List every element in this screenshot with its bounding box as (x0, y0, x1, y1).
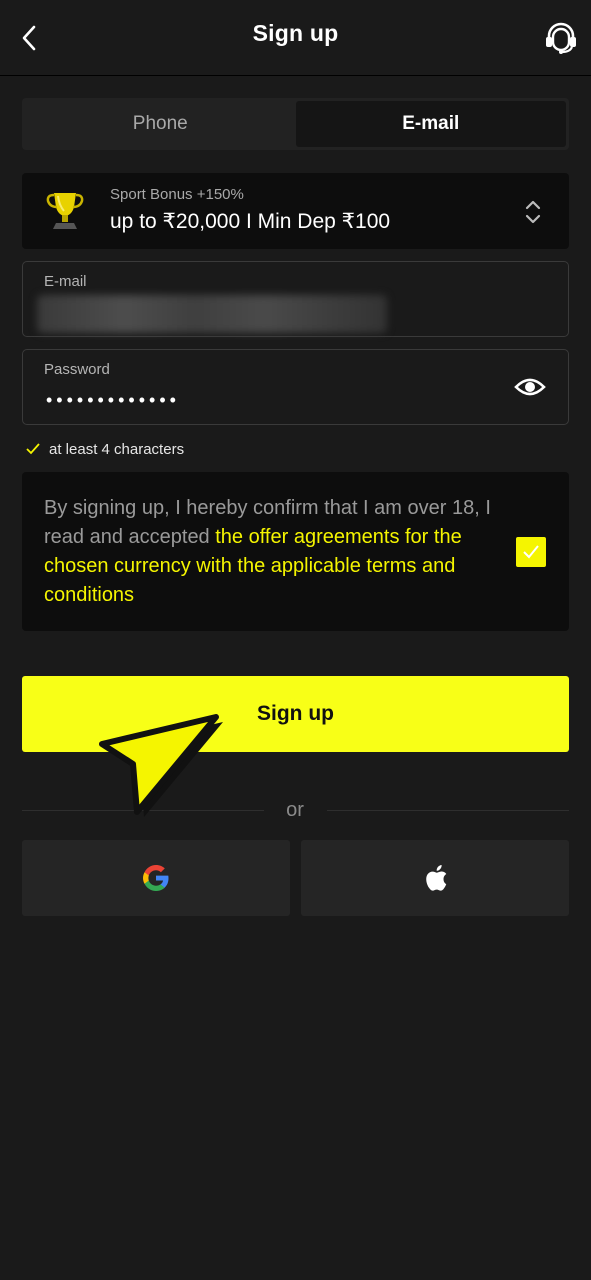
terms-text: By signing up, I hereby confirm that I a… (44, 494, 499, 610)
password-hint: at least 4 characters (26, 438, 184, 460)
divider-left (22, 810, 264, 811)
email-field[interactable]: E-mail (22, 261, 569, 337)
bonus-selector[interactable]: Sport Bonus +150% up to ₹20,000 I Min De… (22, 173, 569, 249)
signup-method-tabs: Phone E-mail (22, 98, 569, 150)
terms-checkbox[interactable] (516, 537, 546, 567)
tab-phone[interactable]: Phone (25, 101, 296, 147)
apple-signin-button[interactable] (301, 840, 569, 916)
terms-box: By signing up, I hereby confirm that I a… (22, 472, 569, 631)
page-title: Sign up (252, 20, 339, 46)
chevron-updown-icon (525, 200, 541, 224)
divider-right (327, 810, 569, 811)
password-value: ••••••••••••• (46, 390, 180, 410)
password-hint-text: at least 4 characters (49, 440, 185, 458)
tab-email[interactable]: E-mail (295, 101, 566, 147)
email-value-blurred (37, 295, 387, 333)
password-field[interactable]: Password ••••••••••••• (22, 349, 569, 425)
google-signin-button[interactable] (22, 840, 290, 916)
google-icon (143, 865, 169, 891)
eye-icon[interactable] (514, 374, 546, 400)
bonus-value: up to ₹20,000 I Min Dep ₹100 (110, 210, 391, 233)
bonus-label: Sport Bonus +150% (110, 186, 244, 203)
support-button[interactable] (541, 18, 581, 58)
or-label: or (286, 799, 304, 821)
check-icon (26, 443, 40, 455)
trophy-icon (46, 193, 84, 229)
app-header: Sign up (0, 0, 591, 76)
password-label: Password (44, 361, 110, 378)
headset-icon (546, 22, 576, 54)
signup-button[interactable]: Sign up (22, 676, 569, 752)
checkmark-icon (523, 545, 539, 559)
apple-icon (426, 865, 447, 891)
email-label: E-mail (44, 273, 87, 290)
